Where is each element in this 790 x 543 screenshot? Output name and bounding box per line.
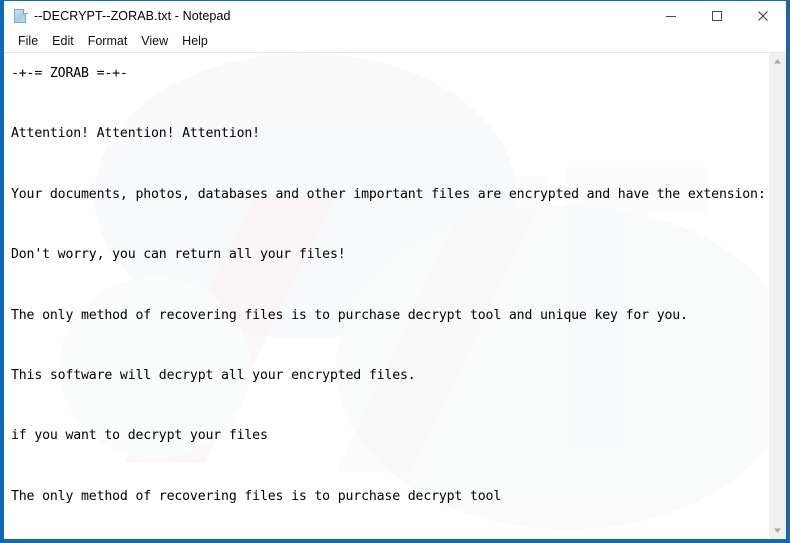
maximize-button[interactable] bbox=[694, 1, 740, 31]
window-title: --DECRYPT--ZORAB.txt - Notepad bbox=[34, 9, 231, 23]
close-button[interactable] bbox=[740, 1, 786, 31]
document-line: The only method of recovering files is t… bbox=[11, 488, 502, 504]
document-lines: -+-= ZORAB =-+- Attention! Attention! At… bbox=[11, 59, 768, 539]
editor-area: -+-= ZORAB =-+- Attention! Attention! At… bbox=[4, 52, 786, 539]
notepad-window: --DECRYPT--ZORAB.txt - Notepad File Edit… bbox=[0, 0, 790, 543]
menu-item-format[interactable]: Format bbox=[81, 33, 135, 50]
menu-item-help[interactable]: Help bbox=[175, 33, 215, 50]
document-line: -+-= ZORAB =-+- bbox=[11, 66, 128, 81]
document-line: if you want to decrypt your files bbox=[11, 428, 268, 444]
menu-item-edit[interactable]: Edit bbox=[45, 33, 81, 50]
document-line: Don't worry, you can return all your fil… bbox=[11, 247, 346, 263]
document-line: The only method of recovering files is t… bbox=[11, 307, 688, 323]
close-icon bbox=[758, 11, 768, 21]
vertical-scrollbar[interactable] bbox=[768, 53, 786, 539]
scroll-up-arrow-icon bbox=[774, 59, 781, 64]
text-editor[interactable]: -+-= ZORAB =-+- Attention! Attention! At… bbox=[4, 53, 768, 539]
menu-item-view[interactable]: View bbox=[134, 33, 175, 50]
title-bar[interactable]: --DECRYPT--ZORAB.txt - Notepad bbox=[4, 0, 786, 31]
scroll-down-button[interactable] bbox=[769, 522, 786, 539]
maximize-icon bbox=[712, 11, 722, 21]
document-line: Your documents, photos, databases and ot… bbox=[11, 186, 768, 202]
scrollbar-track[interactable] bbox=[769, 70, 786, 522]
menu-item-file[interactable]: File bbox=[11, 33, 45, 50]
document-line: Attention! Attention! Attention! bbox=[11, 126, 260, 142]
menu-bar: File Edit Format View Help bbox=[4, 31, 786, 52]
minimize-button[interactable] bbox=[648, 1, 694, 31]
minimize-icon bbox=[666, 16, 676, 17]
notepad-document-icon bbox=[13, 8, 29, 24]
scroll-down-arrow-icon bbox=[774, 528, 781, 533]
document-line: This software will decrypt all your encr… bbox=[11, 367, 416, 383]
scroll-up-button[interactable] bbox=[769, 53, 786, 70]
window-controls bbox=[648, 1, 786, 31]
